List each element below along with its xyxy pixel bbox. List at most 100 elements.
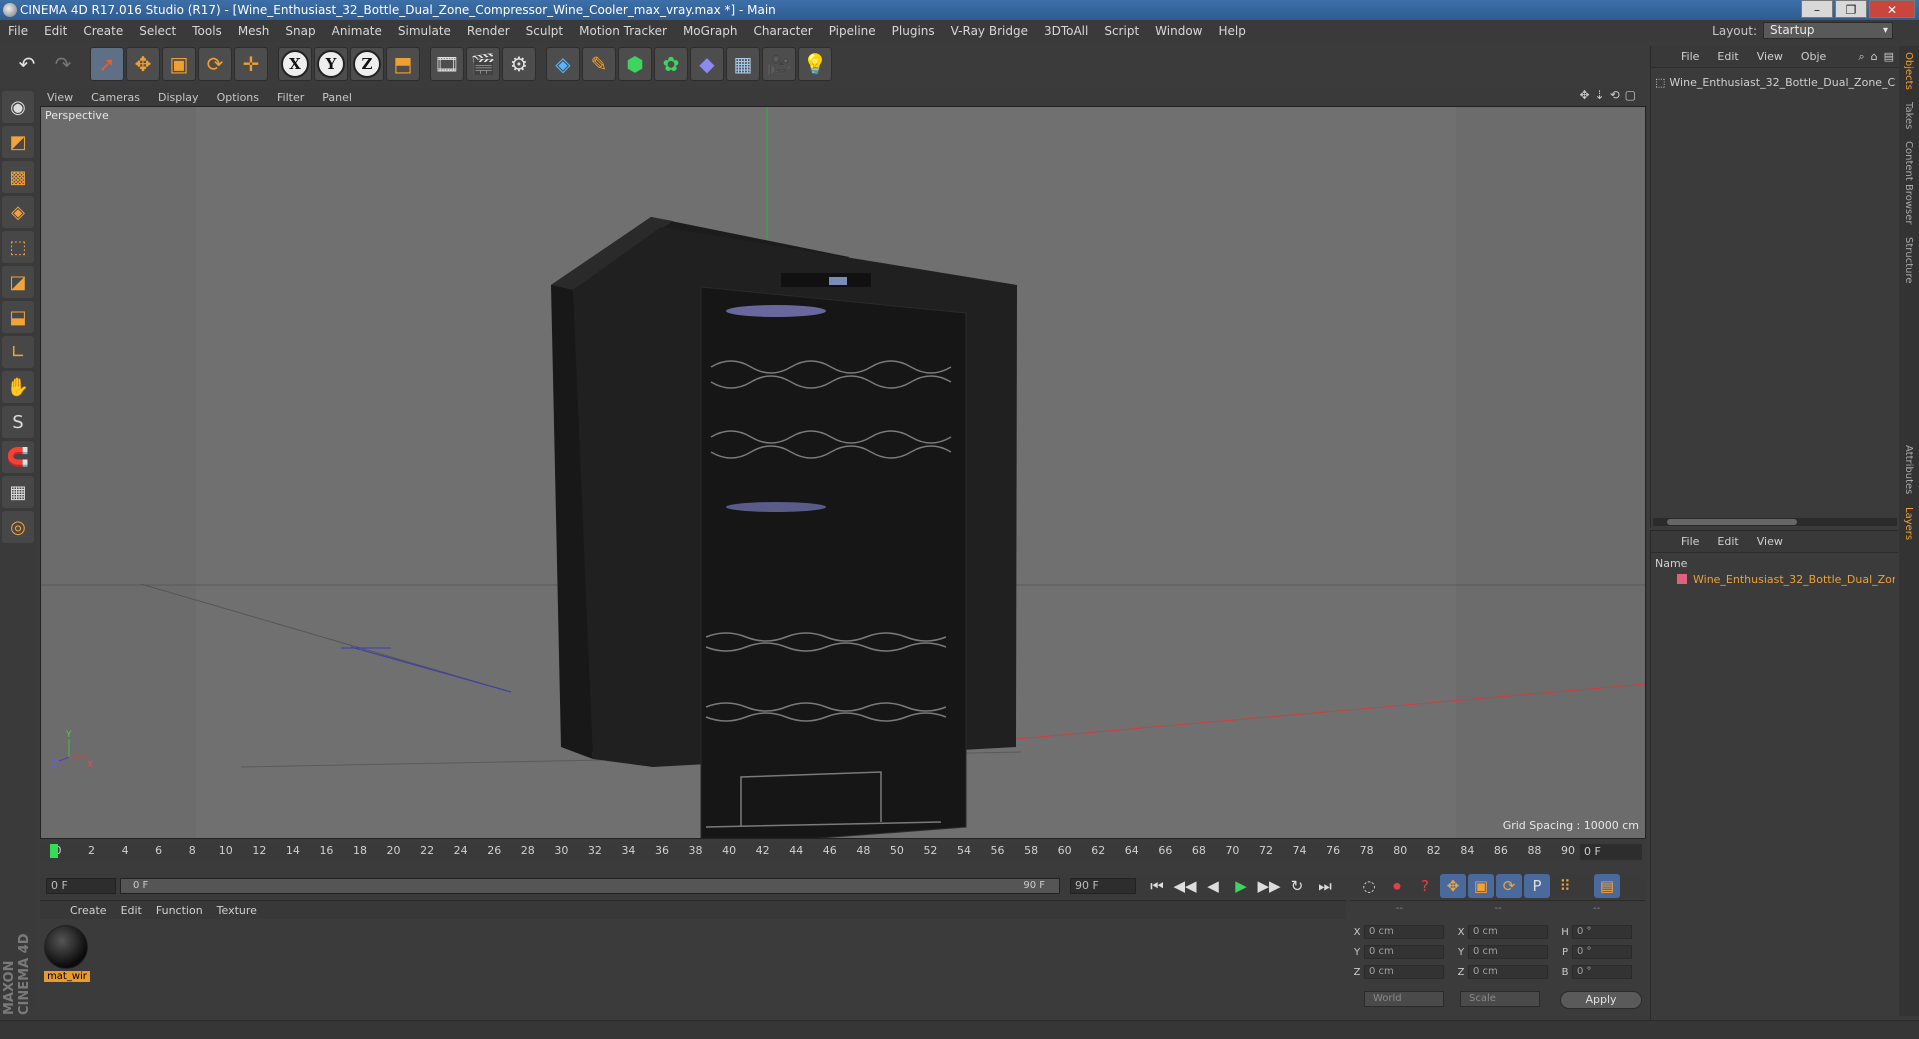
autokey-icon[interactable]: ? <box>1412 874 1438 898</box>
menu-character[interactable]: Character <box>745 24 820 38</box>
pos-x-field[interactable]: 0 cm <box>1364 925 1444 939</box>
timeline-window-icon[interactable]: ▤ <box>1594 874 1620 898</box>
viewport-menu-cameras[interactable]: Cameras <box>84 91 147 104</box>
rot-b-field[interactable]: 0 ° <box>1572 965 1632 979</box>
menu-plugins[interactable]: Plugins <box>884 24 943 38</box>
start-frame-field[interactable]: 0 F <box>46 878 116 894</box>
close-button[interactable]: ✕ <box>1869 0 1915 18</box>
redo-icon[interactable]: ↷ <box>46 47 80 81</box>
viewport-menu-filter[interactable]: Filter <box>270 91 311 104</box>
polygons-mode-icon[interactable]: ⬓ <box>2 301 34 333</box>
menu-vray-bridge[interactable]: V-Ray Bridge <box>943 24 1036 38</box>
play-icon[interactable]: ▶ <box>1228 874 1254 898</box>
floor-icon[interactable]: ▦ <box>726 47 760 81</box>
go-to-start-icon[interactable]: ⏮ <box>1144 874 1170 898</box>
render-settings-icon[interactable]: ⚙ <box>502 47 536 81</box>
key-parameter-icon[interactable]: P <box>1524 874 1550 898</box>
object-tree-item[interactable]: ⬚ Wine_Enthusiast_32_Bottle_Dual_Zone_C <box>1655 76 1895 89</box>
size-mode-dropdown[interactable]: Scale <box>1460 991 1540 1007</box>
tab-takes[interactable]: Takes <box>1903 96 1914 135</box>
model-mode-icon[interactable]: ◩ <box>2 126 34 158</box>
object-menu-file[interactable]: File <box>1673 50 1707 63</box>
menu-file[interactable]: File <box>0 24 36 38</box>
object-menu-edit[interactable]: Edit <box>1709 50 1746 63</box>
loop-icon[interactable]: ↻ <box>1284 874 1310 898</box>
menu-select[interactable]: Select <box>131 24 184 38</box>
viewport-menu-view[interactable]: View <box>40 91 80 104</box>
viewport-menu-panel[interactable]: Panel <box>315 91 359 104</box>
menu-create[interactable]: Create <box>75 24 131 38</box>
rotate-tool-icon[interactable]: ⟳ <box>198 47 232 81</box>
go-to-end-icon[interactable]: ⏭ <box>1312 874 1338 898</box>
tab-content-browser[interactable]: Content Browser <box>1903 135 1914 230</box>
menu-motion-tracker[interactable]: Motion Tracker <box>571 24 675 38</box>
menu-tools[interactable]: Tools <box>184 24 230 38</box>
deformer-icon[interactable]: ◆ <box>690 47 724 81</box>
viewport-pan-icon[interactable]: ✥ <box>1579 88 1589 102</box>
home-icon[interactable]: ⌂ <box>1871 50 1878 64</box>
object-menu-view[interactable]: View <box>1749 50 1791 63</box>
workplane-lock-icon[interactable]: ▦ <box>2 476 34 508</box>
menu-snap[interactable]: Snap <box>277 24 323 38</box>
layer-menu-edit[interactable]: Edit <box>1709 535 1746 548</box>
viewport-menu-options[interactable]: Options <box>210 91 266 104</box>
rot-p-field[interactable]: 0 ° <box>1572 945 1632 959</box>
size-z-field[interactable]: 0 cm <box>1468 965 1548 979</box>
menu-animate[interactable]: Animate <box>324 24 390 38</box>
snapping-icon[interactable]: S <box>2 406 34 438</box>
key-rotation-icon[interactable]: ⟳ <box>1496 874 1522 898</box>
object-menu-objects[interactable]: Obje <box>1793 50 1834 63</box>
workplane-mode-icon[interactable]: ◈ <box>2 196 34 228</box>
object-manager-scrollbar[interactable] <box>1653 518 1897 526</box>
menu-help[interactable]: Help <box>1210 24 1253 38</box>
material-menu-create[interactable]: Create <box>66 904 111 917</box>
light-icon[interactable]: 💡 <box>798 47 832 81</box>
move-tool-icon[interactable]: ✥ <box>126 47 160 81</box>
timeline-playhead[interactable] <box>50 844 58 858</box>
menu-sculpt[interactable]: Sculpt <box>518 24 571 38</box>
end-frame-field[interactable]: 90 F <box>1070 878 1136 894</box>
planar-workplane-icon[interactable]: ◎ <box>2 511 34 543</box>
timeline-ruler[interactable]: 0 2 4 6 8 10 12 14 16 18 20 22 24 26 28 30 32 34 36 38 40 42 4… <box>40 842 1646 862</box>
x-axis-lock-icon[interactable]: X <box>281 50 309 78</box>
points-mode-icon[interactable]: ⬚ <box>2 231 34 263</box>
rot-h-field[interactable]: 0 ° <box>1572 925 1632 939</box>
perspective-viewport[interactable]: Y Z X Perspective Grid Spacing : 10000 c… <box>40 106 1646 839</box>
camera-icon[interactable]: 🎥 <box>762 47 796 81</box>
search-icon[interactable]: ⌕ <box>1858 50 1864 64</box>
cloner-icon[interactable]: ✿ <box>654 47 688 81</box>
material-swatch[interactable]: mat_wir <box>44 925 90 985</box>
subdivision-surface-icon[interactable]: ⬢ <box>618 47 652 81</box>
layer-menu-file[interactable]: File <box>1673 535 1707 548</box>
axis-mode-icon[interactable]: ∟ <box>2 336 34 368</box>
maximize-button[interactable]: ❐ <box>1835 0 1867 18</box>
menu-pipeline[interactable]: Pipeline <box>821 24 884 38</box>
edges-mode-icon[interactable]: ◪ <box>2 266 34 298</box>
panel-menu-icon[interactable]: ▤ <box>1884 50 1894 64</box>
select-tool-icon[interactable]: ➚ <box>90 47 124 81</box>
material-menu-function[interactable]: Function <box>152 904 207 917</box>
render-to-picture-viewer-icon[interactable]: 🎬 <box>466 47 500 81</box>
next-frame-icon[interactable]: ▶▶ <box>1256 874 1282 898</box>
render-view-icon[interactable]: 🎞 <box>430 47 464 81</box>
pos-z-field[interactable]: 0 cm <box>1364 965 1444 979</box>
key-position-icon[interactable]: ✥ <box>1440 874 1466 898</box>
magnet-icon[interactable]: 🧲 <box>2 441 34 473</box>
menu-script[interactable]: Script <box>1096 24 1147 38</box>
size-y-field[interactable]: 0 cm <box>1468 945 1548 959</box>
transform-tool-icon[interactable]: ✛ <box>234 47 268 81</box>
layout-dropdown[interactable]: Startup <box>1763 22 1893 39</box>
pen-spline-icon[interactable]: ✎ <box>582 47 616 81</box>
viewport-orbit-icon[interactable]: ⟲ <box>1610 88 1620 102</box>
previous-frame-icon[interactable]: ◀ <box>1200 874 1226 898</box>
record-active-icon[interactable]: ⏺ <box>1384 874 1410 898</box>
cube-primitive-icon[interactable]: ◈ <box>546 47 580 81</box>
record-off-icon[interactable]: ◌ <box>1356 874 1382 898</box>
viewport-maximize-icon[interactable]: ▢ <box>1625 88 1636 102</box>
y-axis-lock-icon[interactable]: Y <box>317 50 345 78</box>
tab-attributes[interactable]: Attributes <box>1903 439 1914 500</box>
coordinate-system-icon[interactable]: ⬒ <box>386 47 420 81</box>
size-x-field[interactable]: 0 cm <box>1468 925 1548 939</box>
tab-structure[interactable]: Structure <box>1903 231 1914 290</box>
pos-y-field[interactable]: 0 cm <box>1364 945 1444 959</box>
